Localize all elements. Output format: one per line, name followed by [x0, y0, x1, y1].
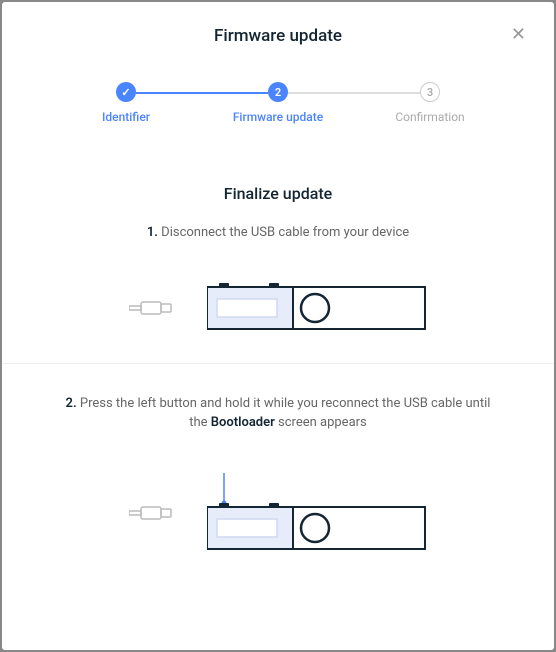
step-confirmation: 3 Confirmation: [354, 82, 506, 124]
step-identifier: ✓ Identifier: [50, 82, 202, 124]
device-illustration-disconnect: [30, 283, 526, 333]
step-number: 1.: [147, 225, 158, 240]
step-label: Confirmation: [354, 110, 506, 124]
device-illustration-reconnect: [30, 473, 526, 553]
close-icon[interactable]: ✕: [511, 26, 526, 44]
ledger-device-press-icon: [207, 473, 427, 553]
step-firmware-update: 2 Firmware update: [202, 82, 354, 124]
step-number: 2.: [66, 396, 77, 411]
step-text-after: screen appears: [275, 415, 367, 430]
section-divider: [2, 363, 554, 364]
progress-stepper: ✓ Identifier 2 Firmware update 3 Confirm…: [50, 82, 506, 124]
instruction-step-2: 2. Press the left button and hold it whi…: [30, 394, 526, 433]
checkmark-icon: ✓: [116, 82, 136, 102]
firmware-update-modal: Firmware update ✕ ✓ Identifier 2 Firmwar…: [2, 2, 554, 650]
modal-title: Firmware update: [30, 26, 526, 46]
modal-header: Firmware update ✕: [30, 26, 526, 46]
step-text-bold: Bootloader: [211, 415, 275, 430]
content-subtitle: Finalize update: [30, 184, 526, 203]
usb-cable-icon: [129, 297, 177, 319]
step-text: Disconnect the USB cable from your devic…: [161, 225, 409, 240]
section-2: 2. Press the left button and hold it whi…: [30, 394, 526, 553]
step-label: Identifier: [50, 110, 202, 124]
usb-cable-icon: [129, 502, 177, 524]
step-number: 3: [420, 82, 440, 102]
step-label: Firmware update: [202, 110, 354, 124]
instruction-step-1: 1. Disconnect the USB cable from your de…: [30, 223, 526, 243]
ledger-device-icon: [207, 283, 427, 333]
modal-content: Finalize update 1. Disconnect the USB ca…: [30, 184, 526, 553]
step-number: 2: [268, 82, 288, 102]
